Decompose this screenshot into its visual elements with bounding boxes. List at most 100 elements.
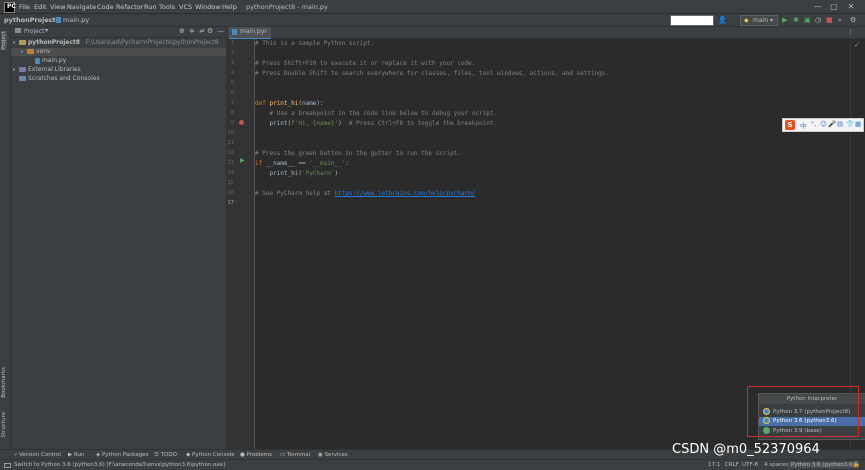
run-configuration-select[interactable]: ◆ main ▾ <box>740 15 778 26</box>
search-field[interactable] <box>670 15 714 26</box>
collapse-all-icon[interactable]: ≑ <box>189 27 195 35</box>
code-line-13: if __name__ == '__main__': <box>255 160 349 167</box>
code-line-4: # Press Double Shift to search everywher… <box>255 70 610 77</box>
tool-todo[interactable]: ☰ TODO <box>154 452 177 458</box>
code-line-3: # Press Shift+F10 to execute it or repla… <box>255 60 476 67</box>
tab-options-icon[interactable]: ⋮ <box>847 28 854 36</box>
punctuation-icon[interactable]: °, <box>811 120 816 128</box>
code-line-16: # See PyCharm help at https://www.jetbra… <box>255 190 475 197</box>
ime-toolbar: S 中 °, ☺ 🎤 ▤ 👕 ▦ <box>782 118 864 132</box>
window-title: pythonProject8 - main.py <box>246 3 328 11</box>
code-text: ) <box>338 120 349 127</box>
hide-panel-icon[interactable]: — <box>217 27 224 35</box>
run-gutter-icon[interactable]: ▶ <box>240 157 245 164</box>
tree-item-scratches[interactable]: Scratches and Consoles <box>11 75 226 83</box>
sogou-logo-icon[interactable]: S <box>785 120 795 130</box>
line-number: 13 <box>227 160 234 166</box>
tool-terminal[interactable]: ▭ Terminal <box>280 452 310 458</box>
minimize-button[interactable]: — <box>813 2 823 11</box>
run-icon[interactable]: ▶ <box>782 16 787 24</box>
menu-tools[interactable]: Tools <box>159 3 175 11</box>
user-icon[interactable]: 👤 <box>718 16 727 24</box>
menu-code[interactable]: Code <box>97 3 114 11</box>
breadcrumb-file[interactable]: main.py <box>63 16 89 24</box>
code-line-8: # Use a breakpoint in the code line belo… <box>255 110 498 117</box>
interpreter-status[interactable]: Python 3.6 (python3.6) <box>789 462 857 468</box>
close-button[interactable]: ✕ <box>846 2 856 11</box>
string-literal: '__main__' <box>309 160 346 167</box>
tab-bookmarks[interactable]: Bookmarks <box>1 367 7 398</box>
tree-label: Scratches and Consoles <box>28 75 100 82</box>
tool-python-console[interactable]: ◆ Python Console <box>186 452 235 458</box>
tree-item-venv[interactable]: ▸ venv <box>11 48 226 56</box>
tool-python-packages[interactable]: ◈ Python Packages <box>96 452 148 458</box>
inspection-ok-icon[interactable]: ✓ <box>854 41 860 49</box>
locate-icon[interactable]: ⊕ <box>179 27 185 35</box>
tree-label: venv <box>36 48 51 55</box>
library-icon <box>19 67 26 72</box>
coverage-icon[interactable]: ▣ <box>804 16 811 24</box>
file-encoding[interactable]: UTF-8 <box>742 462 758 468</box>
indent-setting[interactable]: 4 spaces <box>764 462 788 468</box>
gear-icon[interactable]: ⚙ <box>207 27 213 35</box>
line-number: 7 <box>230 100 234 106</box>
line-number: 3 <box>230 60 234 66</box>
status-window-icon[interactable] <box>4 463 11 468</box>
project-panel-title[interactable]: Project <box>24 28 45 35</box>
tool-run[interactable]: ▶ Run <box>68 452 85 458</box>
chevron-down-icon[interactable]: ▾ <box>45 27 48 34</box>
menu-file[interactable]: File <box>19 3 30 11</box>
tool-services[interactable]: ◉ Services <box>318 452 348 458</box>
menu-help[interactable]: Help <box>222 3 237 11</box>
close-tab-icon[interactable]: × <box>263 28 268 35</box>
caret-position[interactable]: 17:1 <box>708 462 720 468</box>
tab-structure[interactable]: Structure <box>1 412 7 438</box>
menu-window[interactable]: Window <box>195 3 221 11</box>
menu-vcs[interactable]: VCS <box>179 3 192 11</box>
status-message: Switch to Python 3.6 (python3.6) [F:\ana… <box>14 462 226 468</box>
stop-icon[interactable]: ■ <box>826 16 833 24</box>
maximize-button[interactable]: □ <box>829 2 839 11</box>
tree-path: F:\Users\ad\PycharmProjects\pythonProjec… <box>85 39 219 46</box>
menu-navigate[interactable]: Navigate <box>67 3 96 11</box>
python-file-icon <box>232 29 237 35</box>
breakpoint-icon[interactable] <box>239 120 244 125</box>
microphone-icon[interactable]: 🎤 <box>828 120 836 128</box>
keyword: if <box>255 160 266 167</box>
search-icon[interactable]: ⌕ <box>838 16 842 25</box>
tree-item-external-libraries[interactable]: ▸ External Libraries <box>11 66 226 74</box>
python-config-icon: ◆ <box>744 17 749 24</box>
line-number: 5 <box>230 80 234 86</box>
line-separator[interactable]: CRLF <box>725 462 739 468</box>
tree-label: main.py <box>42 57 67 64</box>
code-line-7: def print_hi(name): <box>255 100 324 107</box>
emoji-icon[interactable]: ☺ <box>820 120 827 128</box>
navigation-bar: pythonProject8 › main.py 👤 ◆ main ▾ ▶ ✱ … <box>0 14 865 27</box>
menu-view[interactable]: View <box>50 3 65 11</box>
run-config-label: main <box>753 17 768 24</box>
help-link[interactable]: https://www.jetbrains.com/help/pycharm/ <box>334 190 475 197</box>
toolbox-icon[interactable]: ▦ <box>855 120 861 128</box>
menu-run[interactable]: Run <box>144 3 156 11</box>
code-text: print_hi( <box>255 170 302 177</box>
code-line-12: # Press the green button in the gutter t… <box>255 150 461 157</box>
lock-icon[interactable]: 🔓 <box>853 462 860 468</box>
chinese-mode-icon[interactable]: 中 <box>800 120 807 130</box>
settings-icon[interactable]: ⚙ <box>850 16 856 24</box>
editor-gutter[interactable]: 1 2 3 4 5 6 7 8 9 10 11 12 13 14 15 16 1… <box>227 39 255 449</box>
tree-item-main-py[interactable]: main.py <box>11 57 226 65</box>
skin-icon[interactable]: 👕 <box>846 120 854 128</box>
debug-icon[interactable]: ✱ <box>793 16 799 24</box>
expand-all-icon[interactable]: ≓ <box>199 27 205 35</box>
tree-item-project-root[interactable]: ▾ pythonProject8 F:\Users\ad\PycharmProje… <box>11 39 226 47</box>
line-number: 6 <box>230 90 234 96</box>
profile-icon[interactable]: ◷ <box>815 16 821 24</box>
tool-version-control[interactable]: ⑂ Version Control <box>14 452 61 458</box>
project-panel: Project ▾ ⊕ ≑ ≓ ⚙ — ▾ pythonProject8 F:\U… <box>11 27 227 449</box>
menu-edit[interactable]: Edit <box>34 3 47 11</box>
keyboard-icon[interactable]: ▤ <box>837 120 843 128</box>
tool-problems[interactable]: ● Problems <box>240 452 272 458</box>
editor-tabs: main.py × ⋮ <box>227 27 865 40</box>
tab-project[interactable]: Project <box>1 31 7 50</box>
menu-refactor[interactable]: Refactor <box>116 3 143 11</box>
